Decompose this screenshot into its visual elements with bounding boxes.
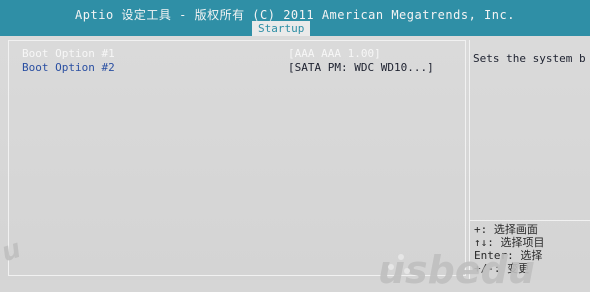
- boot-option-2-value[interactable]: [SATA PM: WDC WD10...]: [288, 62, 434, 74]
- key-select-item: ↑↓: 选择项目: [474, 236, 545, 249]
- boot-option-2-label: Boot Option #2: [22, 61, 115, 74]
- watermark-dot-1: [398, 254, 404, 260]
- boot-option-1-value[interactable]: [AAA AAA 1.00]: [288, 48, 381, 60]
- boot-option-1-label: Boot Option #1: [22, 47, 115, 60]
- help-text: Sets the system b: [473, 52, 586, 65]
- key-select-screen: +: 选择画面: [474, 223, 538, 236]
- help-key-divider: [470, 220, 590, 221]
- settings-pane: [8, 40, 466, 276]
- boot-option-2-row[interactable]: Boot Option #2: [22, 62, 115, 74]
- key-enter-select: Enter: 选择: [474, 249, 543, 262]
- watermark-dot-3: [404, 268, 410, 274]
- header-bar: Aptio 设定工具 - 版权所有 (C) 2011 American Mega…: [0, 0, 590, 36]
- help-pane-divider: [469, 40, 470, 280]
- boot-option-1-row[interactable]: Boot Option #1: [22, 48, 115, 60]
- tab-startup[interactable]: Startup: [252, 21, 311, 36]
- main-panel: Boot Option #1 [AAA AAA 1.00] Boot Optio…: [0, 36, 590, 292]
- key-change-value: +/-: 变更: [474, 262, 530, 275]
- key-legend: +: 选择画面 ↑↓: 选择项目 Enter: 选择 +/-: 变更: [474, 223, 545, 275]
- watermark-dot-2: [388, 264, 394, 270]
